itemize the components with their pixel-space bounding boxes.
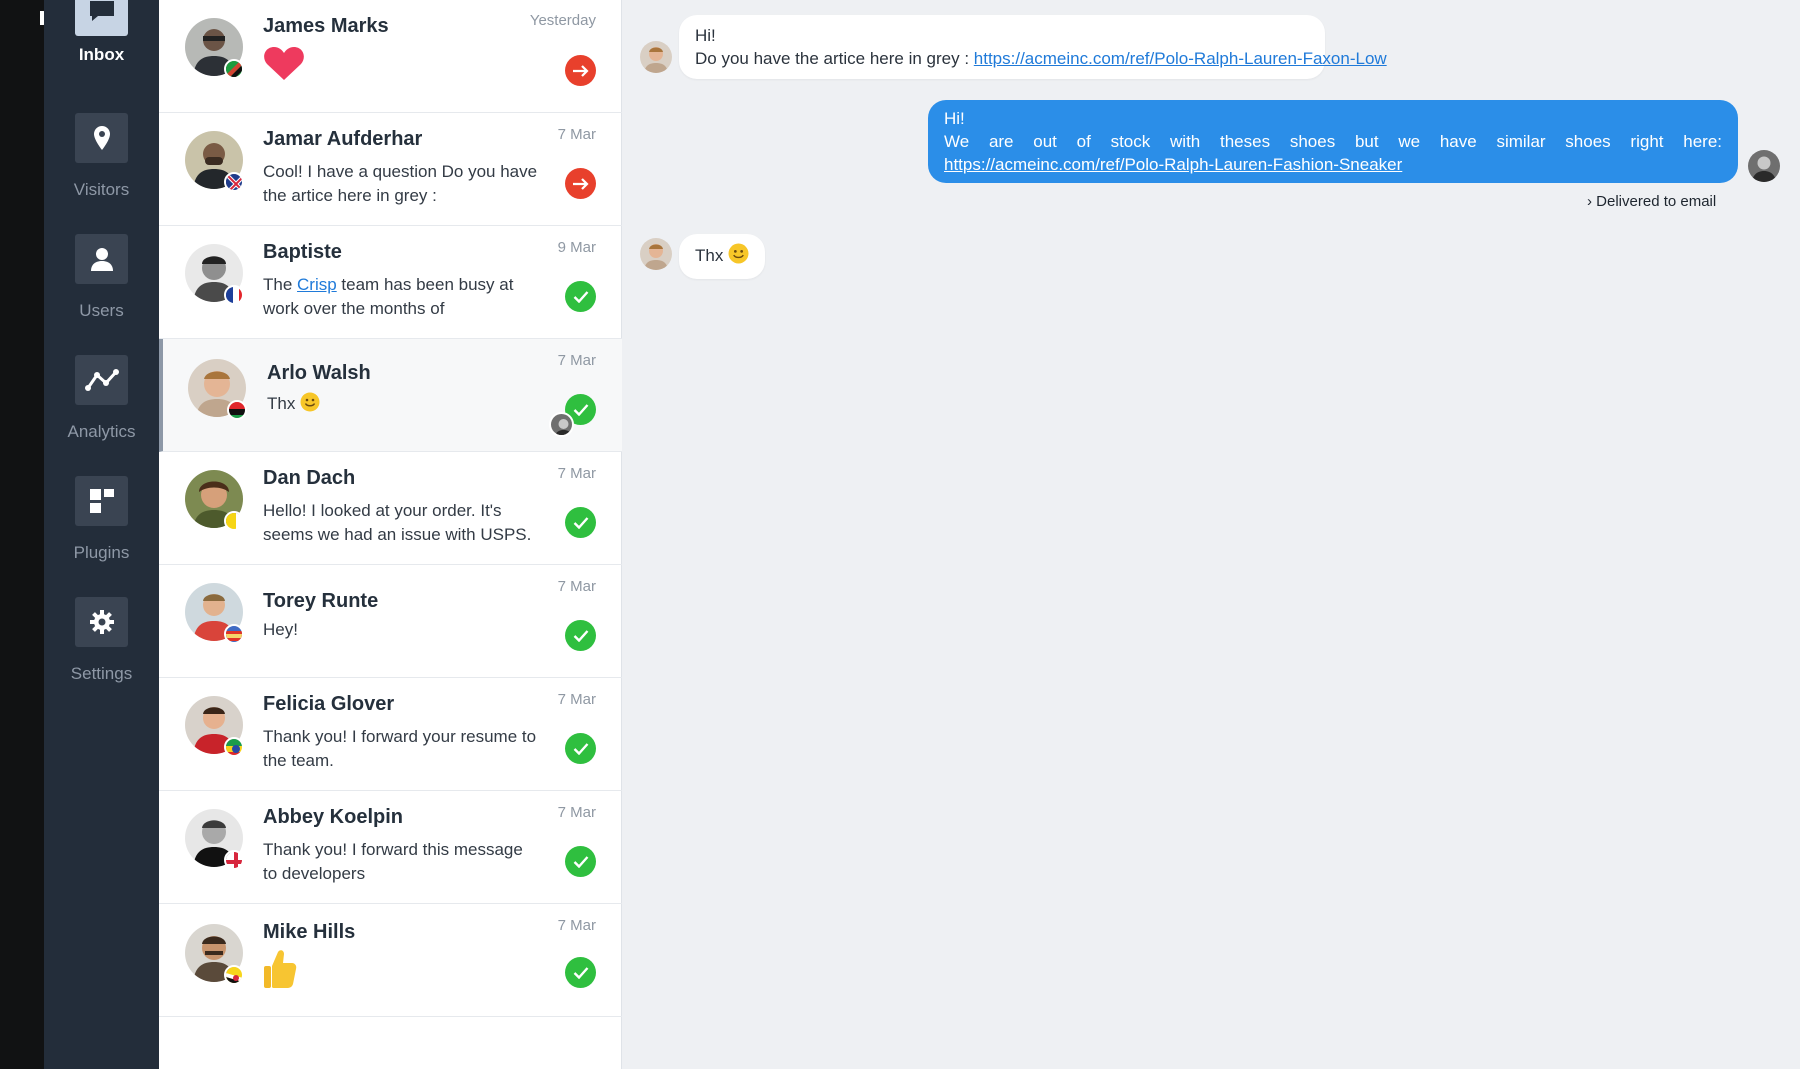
message-line: Hi! (695, 26, 716, 45)
delivery-status: › Delivered to email (1587, 193, 1716, 210)
conversation-date: 7 Mar (557, 126, 596, 143)
conversation-date: 7 Mar (557, 691, 596, 708)
nav-item-plugins[interactable]: Plugins (44, 476, 159, 586)
delivered-text: Delivered to email (1596, 193, 1717, 210)
contact-name: Baptiste (263, 241, 342, 263)
nav-item-settings[interactable]: Settings (44, 597, 159, 707)
conversation-date: 7 Mar (557, 804, 596, 821)
contact-name: Abbey Koelpin (263, 806, 404, 828)
conversation-date: 7 Mar (557, 465, 596, 482)
visitor-avatar (640, 41, 672, 73)
conversation-date: 9 Mar (557, 239, 596, 256)
contact-name: Felicia Glover (263, 693, 395, 715)
check-icon (565, 281, 596, 312)
chevron-right-icon: › (1587, 193, 1592, 210)
reply-arrow-icon (565, 55, 596, 86)
heart-icon (263, 46, 538, 89)
visitor-avatar (640, 238, 672, 270)
conversation-item[interactable]: Jamar Aufderhar Cool! I have a question … (159, 113, 622, 226)
user-icon (75, 234, 128, 284)
conversation-item[interactable]: Felicia Glover Thank you! I forward your… (159, 678, 622, 791)
message-text: Thx (695, 246, 724, 265)
message-snippet: Thank you! I forward your resume to the … (263, 727, 537, 770)
contact-name: Torey Runte (263, 590, 379, 612)
nav-item-users[interactable]: Users (44, 234, 159, 344)
message-bubble-outgoing: Hi! We are out of stock with theses shoe… (928, 100, 1738, 183)
message-line: https://acmeinc.com/ref/Polo-Ralph-Laure… (944, 153, 1722, 176)
conversation-item[interactable]: Abbey Koelpin Thank you! I forward this … (159, 791, 622, 904)
flag-icon (224, 285, 244, 305)
thumbs-up-icon (263, 949, 538, 996)
conversation-item[interactable]: James Marks Yesterday (159, 0, 622, 113)
analytics-icon (75, 355, 128, 405)
nav-label-inbox: Inbox (78, 45, 125, 64)
snippet-text: Thx (267, 394, 296, 413)
conversation-date: Yesterday (529, 12, 596, 29)
smile-emoji-icon (728, 243, 749, 270)
nav-label-users: Users (79, 301, 124, 320)
message-bubble-incoming: Thx (679, 234, 766, 279)
reply-arrow-icon (565, 168, 596, 199)
flag-icon (227, 400, 247, 420)
crisp-link[interactable]: Crisp (297, 275, 337, 294)
flag-icon (224, 172, 244, 192)
nav-label-analytics: Analytics (67, 422, 136, 441)
flag-icon (224, 737, 244, 757)
message-snippet: The Crisp team has been busy at work ove… (263, 273, 538, 321)
check-icon (565, 507, 596, 538)
check-icon (565, 620, 596, 651)
contact-name: Jamar Aufderhar (263, 128, 423, 150)
message-line: Hi! (944, 109, 965, 128)
flag-icon (224, 59, 244, 79)
check-icon (565, 846, 596, 877)
smile-emoji-icon (300, 392, 320, 419)
main-nav-sidebar: Inbox Visitors Users Analytics Plugins S… (44, 0, 159, 1069)
message-snippet: Cool! I have a question Do you have the … (263, 162, 538, 205)
location-pin-icon (75, 113, 128, 163)
flag-icon (224, 965, 244, 985)
message-line: We are out of stock with theses shoes bu… (944, 132, 1722, 151)
product-link[interactable]: https://acmeinc.com/ref/Polo-Ralph-Laure… (974, 49, 1387, 68)
conversation-item[interactable]: Dan Dach Hello! I looked at your order. … (159, 452, 622, 565)
nav-label-visitors: Visitors (73, 180, 130, 199)
flag-icon (224, 850, 244, 870)
message-snippet: Hey! (263, 620, 298, 639)
message-text: Do you have the artice here in grey : (695, 49, 970, 68)
conversation-item-selected[interactable]: Arlo Walsh Thx 7 Mar (159, 339, 622, 452)
flag-icon (224, 511, 244, 531)
plugins-icon (75, 476, 128, 526)
contact-name: Mike Hills (263, 921, 356, 943)
conversation-list: James Marks Yesterday Jamar Aufderhar Co… (159, 0, 622, 1069)
conversation-item[interactable]: Baptiste The Crisp team has been busy at… (159, 226, 622, 339)
conversation-date: 7 Mar (557, 917, 596, 934)
conversation-item[interactable]: Torey Runte Hey! 7 Mar (159, 565, 622, 678)
chat-bubble-icon (75, 0, 128, 36)
nav-item-visitors[interactable]: Visitors (44, 113, 159, 223)
nav-label-settings: Settings (70, 664, 133, 683)
snippet-text: The (263, 275, 298, 294)
conversation-date: 7 Mar (557, 352, 596, 369)
gear-icon (75, 597, 128, 647)
message-line: Do you have the artice here in grey : ht… (695, 47, 1387, 70)
conversation-date: 7 Mar (557, 578, 596, 595)
contact-name: Arlo Walsh (267, 362, 371, 384)
check-icon (565, 957, 596, 988)
check-icon (565, 733, 596, 764)
operator-avatar (1748, 150, 1780, 182)
product-link[interactable]: https://acmeinc.com/ref/Polo-Ralph-Laure… (944, 155, 1402, 174)
contact-name: Dan Dach (263, 467, 356, 489)
window-edge (0, 0, 50, 1069)
message-snippet: Hello! I looked at your order. It's seem… (263, 501, 532, 544)
chat-panel: Hi! Do you have the artice here in grey … (622, 0, 1800, 1069)
nav-label-plugins: Plugins (73, 543, 130, 562)
flag-icon (224, 624, 244, 644)
nav-item-analytics[interactable]: Analytics (44, 355, 159, 465)
message-snippet: Thx (267, 392, 542, 419)
conversation-item[interactable]: Mike Hills 7 Mar (159, 904, 622, 1017)
operator-avatar (549, 412, 574, 437)
message-snippet: Thank you! I forward this message to dev… (263, 840, 523, 883)
contact-name: James Marks (263, 15, 389, 37)
message-bubble-incoming: Hi! Do you have the artice here in grey … (679, 15, 1387, 79)
nav-item-inbox[interactable]: Inbox (44, 0, 159, 96)
